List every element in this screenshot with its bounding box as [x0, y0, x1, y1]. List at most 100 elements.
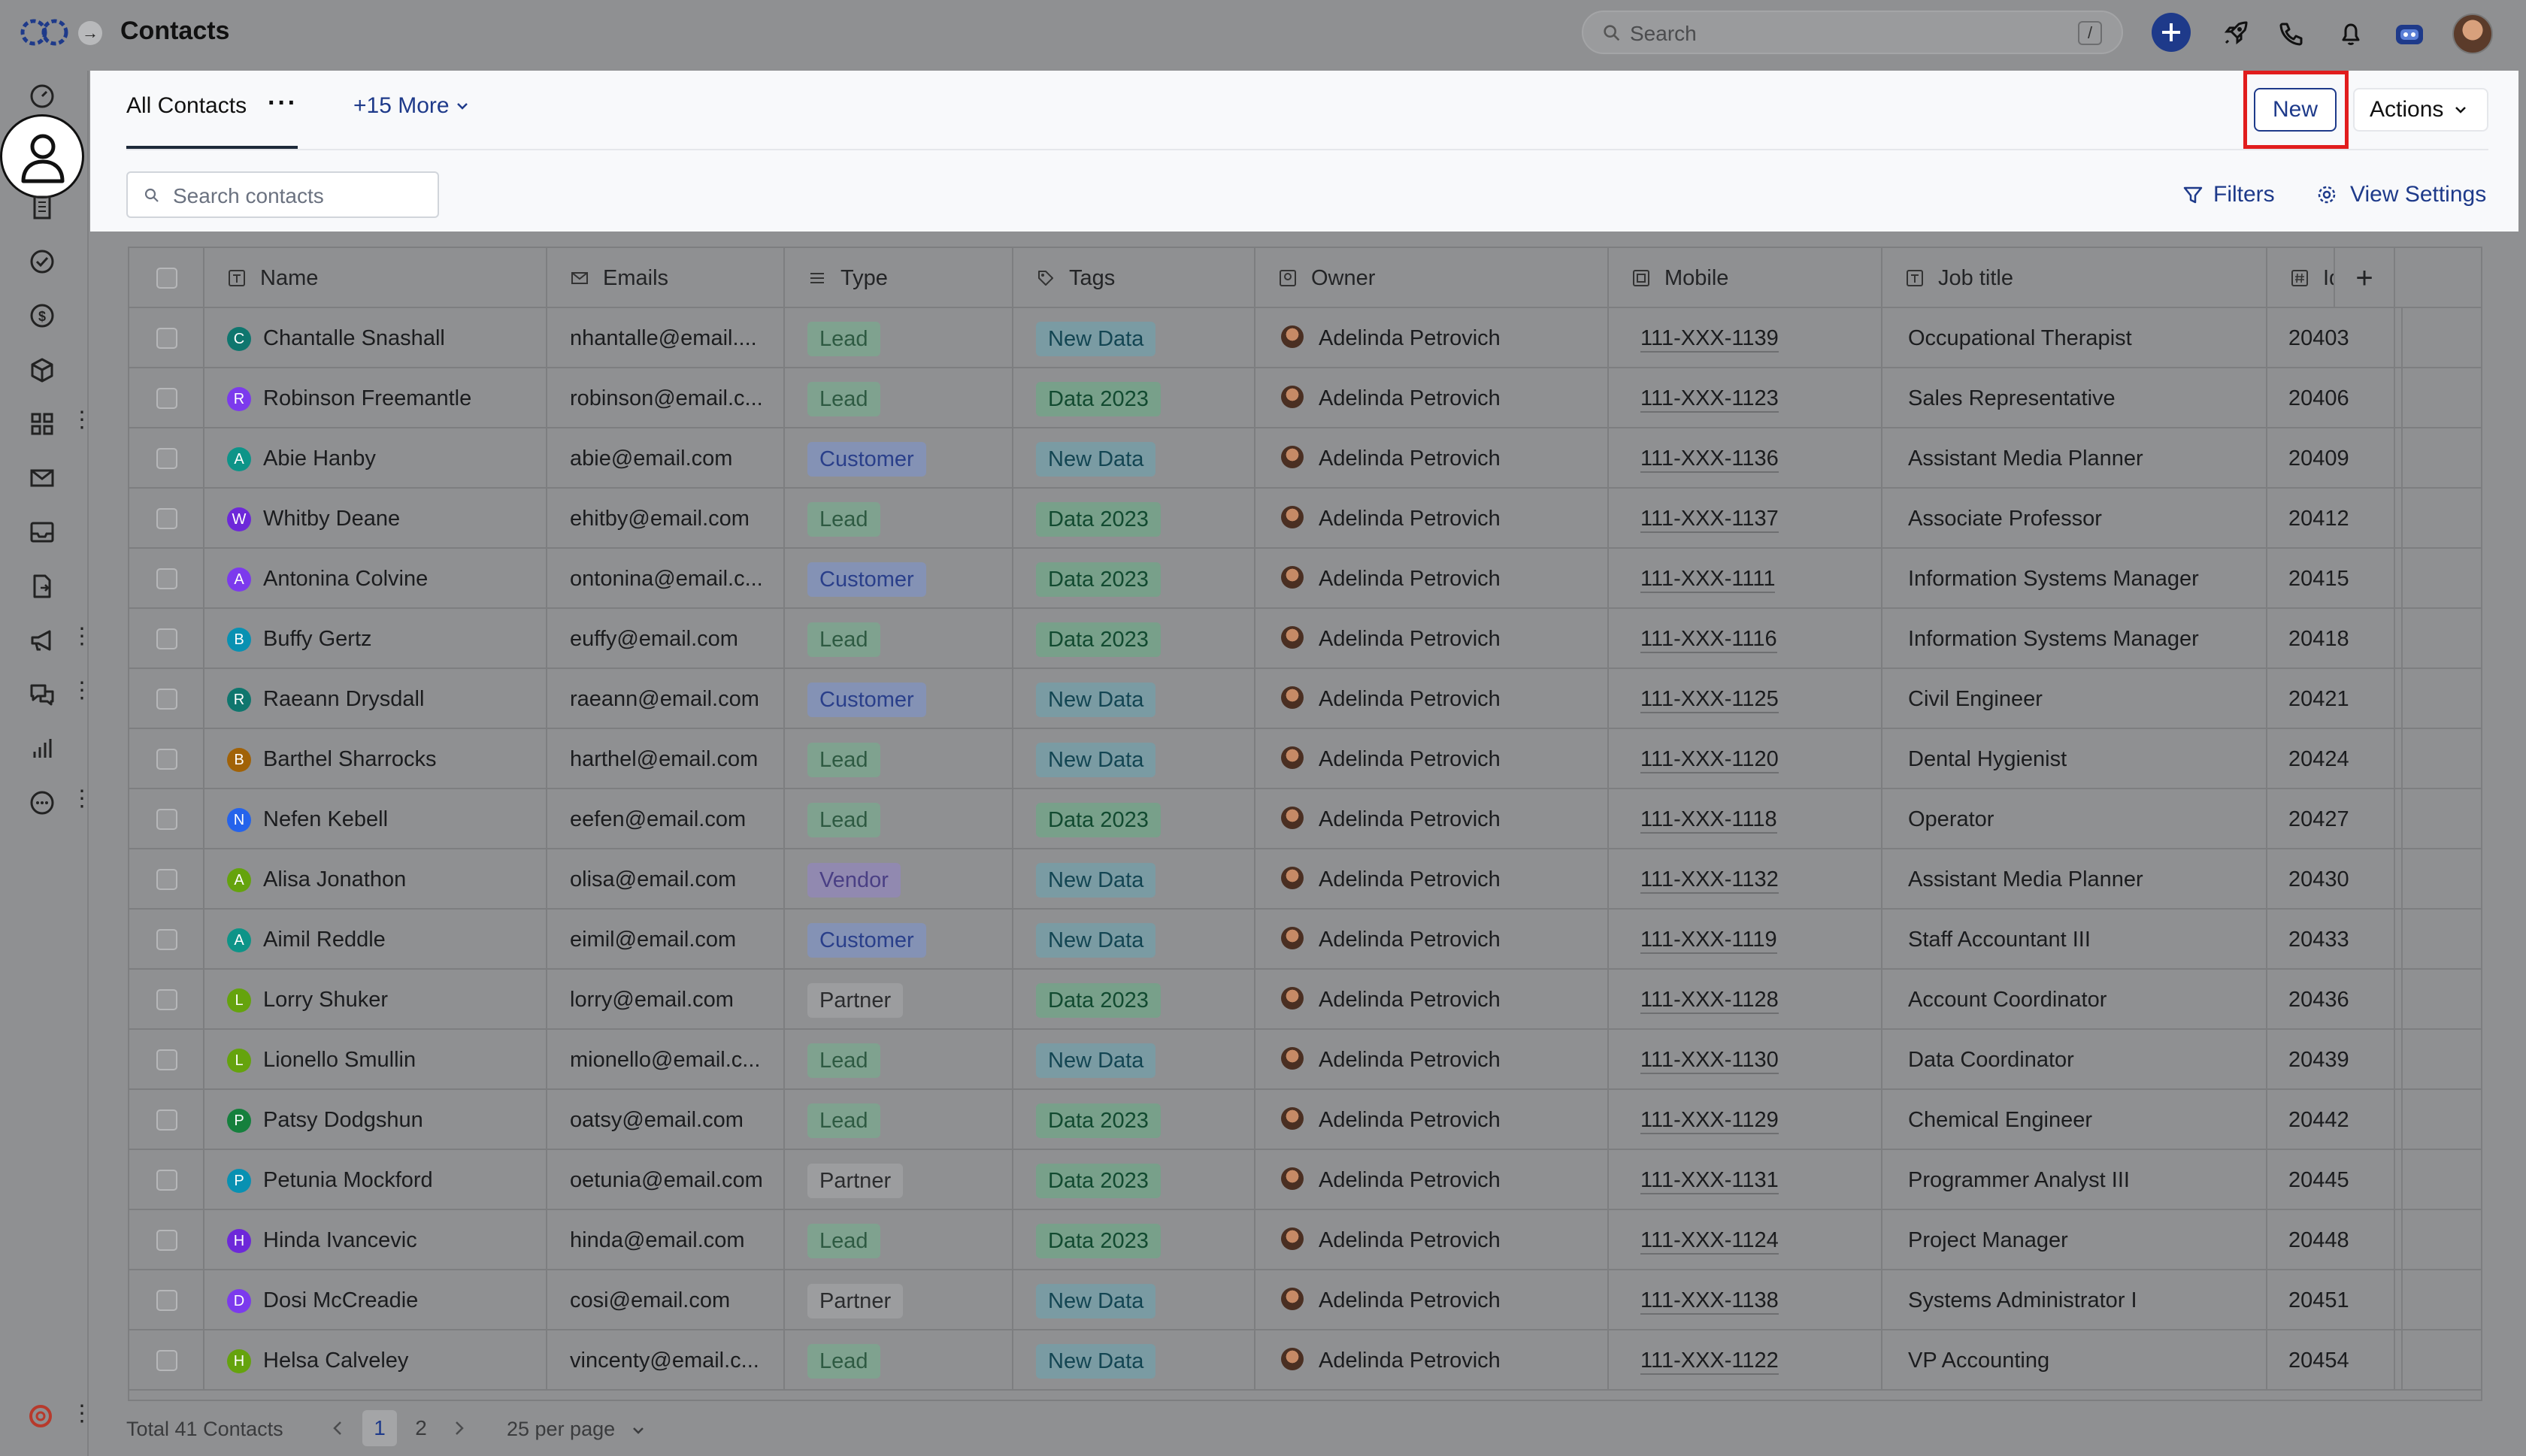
mobile-cell[interactable]: 111-XXX-1129: [1609, 1090, 1882, 1150]
filters-button[interactable]: Filters: [2182, 182, 2275, 207]
name-cell[interactable]: N Nefen Kebell: [204, 789, 547, 849]
mobile-number-link[interactable]: 111-XXX-1130: [1640, 1047, 1779, 1074]
tags-cell[interactable]: Data 2023: [1013, 1210, 1255, 1270]
column-header-owner[interactable]: Owner: [1255, 248, 1609, 308]
owner-cell[interactable]: Adelinda Petrovich: [1255, 1210, 1609, 1270]
owner-cell[interactable]: Adelinda Petrovich: [1255, 1030, 1609, 1090]
name-cell[interactable]: B Barthel Sharrocks: [204, 729, 547, 789]
type-cell[interactable]: Customer: [785, 428, 1013, 489]
row-checkbox[interactable]: [156, 328, 177, 349]
mobile-number-link[interactable]: 111-XXX-1118: [1640, 807, 1777, 834]
job-title-cell[interactable]: Associate Professor: [1882, 489, 2267, 549]
mobile-cell[interactable]: 111-XXX-1138: [1609, 1270, 1882, 1330]
rocket-icon[interactable]: [2216, 15, 2254, 53]
phone-icon[interactable]: [2272, 15, 2309, 53]
campaigns-more-icon[interactable]: ⋮: [71, 625, 93, 648]
mobile-cell[interactable]: 111-XXX-1124: [1609, 1210, 1882, 1270]
job-title-cell[interactable]: Civil Engineer: [1882, 669, 2267, 729]
row-checkbox[interactable]: [156, 448, 177, 469]
contact-name[interactable]: Alisa Jonathon: [263, 867, 406, 891]
tags-cell[interactable]: New Data: [1013, 669, 1255, 729]
reports-bar-chart-icon[interactable]: [26, 732, 59, 765]
owner-cell[interactable]: Adelinda Petrovich: [1255, 1150, 1609, 1210]
user-avatar[interactable]: [2452, 14, 2493, 54]
type-cell[interactable]: Lead: [785, 789, 1013, 849]
email-cell[interactable]: ehitby@email.com: [547, 489, 785, 549]
mobile-cell[interactable]: 111-XXX-1118: [1609, 789, 1882, 849]
table-row[interactable]: B Buffy Gertz euffy@email.com Lead Data 2023…: [129, 609, 2481, 669]
row-checkbox[interactable]: [156, 1170, 177, 1191]
row-checkbox[interactable]: [156, 869, 177, 890]
more-options-dots-icon[interactable]: ⋮: [71, 788, 93, 810]
tags-cell[interactable]: New Data: [1013, 729, 1255, 789]
contact-name[interactable]: Buffy Gertz: [263, 627, 372, 651]
contact-name[interactable]: Barthel Sharrocks: [263, 747, 437, 771]
contact-name[interactable]: Nefen Kebell: [263, 807, 388, 831]
documents-icon[interactable]: [26, 570, 59, 603]
mobile-number-link[interactable]: 111-XXX-1129: [1640, 1107, 1779, 1134]
type-cell[interactable]: Partner: [785, 1150, 1013, 1210]
mobile-number-link[interactable]: 111-XXX-1120: [1640, 746, 1779, 773]
table-row[interactable]: H Helsa Calveley vincenty@email.c... Lead Ne…: [129, 1330, 2481, 1391]
type-cell[interactable]: Lead: [785, 489, 1013, 549]
mobile-cell[interactable]: 111-XXX-1128: [1609, 970, 1882, 1030]
email-cell[interactable]: raeann@email.com: [547, 669, 785, 729]
mobile-number-link[interactable]: 111-XXX-1137: [1640, 506, 1779, 533]
email-cell[interactable]: mionello@email.c...: [547, 1030, 785, 1090]
contact-name[interactable]: Petunia Mockford: [263, 1168, 433, 1192]
mobile-number-link[interactable]: 111-XXX-1119: [1640, 927, 1777, 954]
name-cell[interactable]: B Buffy Gertz: [204, 609, 547, 669]
tags-cell[interactable]: Data 2023: [1013, 1090, 1255, 1150]
contact-name[interactable]: Robinson Freemantle: [263, 386, 471, 410]
contact-name[interactable]: Whitby Deane: [263, 507, 400, 531]
row-checkbox[interactable]: [156, 809, 177, 830]
job-title-cell[interactable]: Sales Representative: [1882, 368, 2267, 428]
name-cell[interactable]: W Whitby Deane: [204, 489, 547, 549]
global-search-input[interactable]: Search /: [1582, 11, 2123, 54]
owner-cell[interactable]: Adelinda Petrovich: [1255, 910, 1609, 970]
search-contacts-input[interactable]: Search contacts: [126, 171, 439, 218]
table-row[interactable]: A Abie Hanby abie@email.com Customer New Dat…: [129, 428, 2481, 489]
type-cell[interactable]: Customer: [785, 549, 1013, 609]
table-row[interactable]: C Chantalle Snashall nhantalle@email.... Le…: [129, 308, 2481, 368]
tags-cell[interactable]: Data 2023: [1013, 1150, 1255, 1210]
tags-cell[interactable]: Data 2023: [1013, 970, 1255, 1030]
owner-cell[interactable]: Adelinda Petrovich: [1255, 1270, 1609, 1330]
column-header-name[interactable]: Name: [204, 248, 547, 308]
owner-cell[interactable]: Adelinda Petrovich: [1255, 669, 1609, 729]
mobile-cell[interactable]: 111-XXX-1125: [1609, 669, 1882, 729]
email-cell[interactable]: oetunia@email.com: [547, 1150, 785, 1210]
job-title-cell[interactable]: Systems Administrator I: [1882, 1270, 2267, 1330]
row-checkbox[interactable]: [156, 568, 177, 589]
name-cell[interactable]: H Hinda Ivancevic: [204, 1210, 547, 1270]
mobile-cell[interactable]: 111-XXX-1123: [1609, 368, 1882, 428]
email-cell[interactable]: robinson@email.c...: [547, 368, 785, 428]
mobile-number-link[interactable]: 111-XXX-1124: [1640, 1227, 1779, 1255]
next-page-icon[interactable]: [448, 1418, 469, 1439]
row-checkbox[interactable]: [156, 689, 177, 710]
name-cell[interactable]: L Lorry Shuker: [204, 970, 547, 1030]
job-title-cell[interactable]: Chemical Engineer: [1882, 1090, 2267, 1150]
name-cell[interactable]: A Antonina Colvine: [204, 549, 547, 609]
conversations-chat-icon[interactable]: [26, 678, 59, 711]
per-page-select[interactable]: 25 per page: [507, 1418, 615, 1441]
table-row[interactable]: L Lorry Shuker lorry@email.com Partner Data …: [129, 970, 2481, 1030]
previous-page-icon[interactable]: [328, 1418, 349, 1439]
apps-more-icon[interactable]: ⋮: [71, 409, 93, 431]
column-header-mobile[interactable]: Mobile: [1609, 248, 1882, 308]
email-cell[interactable]: euffy@email.com: [547, 609, 785, 669]
contact-name[interactable]: Hinda Ivancevic: [263, 1228, 417, 1252]
page-2-button[interactable]: 2: [406, 1410, 436, 1446]
job-title-cell[interactable]: Information Systems Manager: [1882, 549, 2267, 609]
tab-more-views[interactable]: +15 More: [353, 93, 450, 119]
type-cell[interactable]: Lead: [785, 729, 1013, 789]
tags-cell[interactable]: Data 2023: [1013, 609, 1255, 669]
job-title-cell[interactable]: Data Coordinator: [1882, 1030, 2267, 1090]
tags-cell[interactable]: Data 2023: [1013, 789, 1255, 849]
mobile-number-link[interactable]: 111-XXX-1138: [1640, 1288, 1779, 1315]
type-cell[interactable]: Customer: [785, 910, 1013, 970]
select-all-checkbox[interactable]: [156, 268, 177, 289]
contact-name[interactable]: Dosi McCreadie: [263, 1288, 418, 1312]
owner-cell[interactable]: Adelinda Petrovich: [1255, 428, 1609, 489]
mobile-cell[interactable]: 111-XXX-1120: [1609, 729, 1882, 789]
